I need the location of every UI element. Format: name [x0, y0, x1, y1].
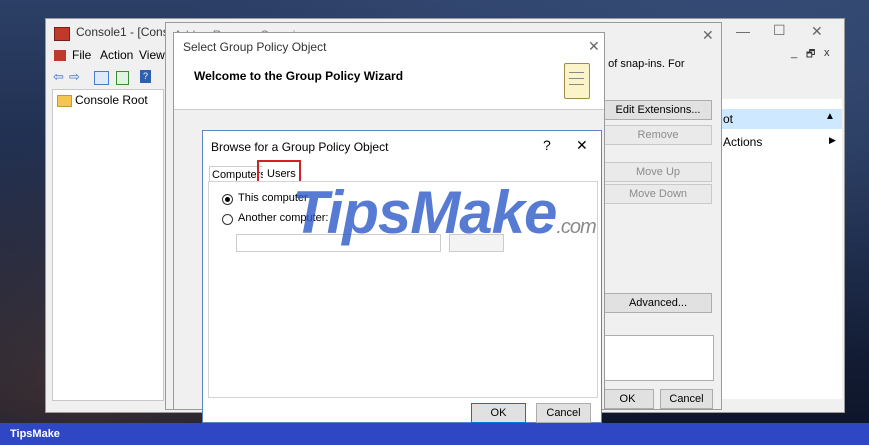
scroll-line-3: [569, 84, 584, 85]
browse-computer-button[interactable]: [449, 234, 504, 252]
wizard-close-button[interactable]: ✕: [588, 38, 600, 55]
snapins-close-button[interactable]: ✕: [702, 27, 714, 44]
scroll-line-1: [569, 72, 584, 73]
folder-icon: [57, 95, 72, 107]
actions-header-label: ot: [723, 112, 734, 126]
advanced-button[interactable]: Advanced...: [604, 293, 712, 313]
actions-pane: ot ▲ Actions ▶: [716, 99, 842, 399]
menu-file-icon: [54, 50, 66, 61]
footer-brand-bar: TipsMake: [0, 423, 869, 445]
move-up-button[interactable]: Move Up: [604, 162, 712, 182]
snapins-ok-button[interactable]: OK: [601, 389, 654, 409]
browse-title: Browse for a Group Policy Object: [211, 140, 389, 154]
forward-arrow-icon[interactable]: ⇨: [69, 69, 80, 85]
actions-header: ot ▲: [717, 109, 842, 129]
another-computer-input[interactable]: [236, 234, 441, 252]
mdi-minimize-button[interactable]: _: [791, 47, 797, 59]
back-arrow-icon[interactable]: ⇦: [53, 69, 64, 85]
export-list-icon[interactable]: [116, 71, 129, 85]
maximize-button[interactable]: ☐: [773, 22, 786, 39]
actions-item[interactable]: Actions: [723, 135, 762, 149]
wizard-welcome-heading: Welcome to the Group Policy Wizard: [194, 69, 404, 83]
remove-button[interactable]: Remove: [604, 125, 712, 145]
submenu-arrow-icon: ▶: [829, 135, 836, 145]
edit-extensions-button[interactable]: Edit Extensions...: [604, 100, 712, 120]
mdi-restore-button[interactable]: 🗗: [806, 47, 815, 64]
wizard-title: Select Group Policy Object: [183, 40, 327, 54]
another-computer-radio[interactable]: [222, 214, 233, 225]
close-button[interactable]: ✕: [811, 23, 823, 40]
another-computer-label: Another computer:: [238, 212, 329, 224]
tree-item-console-root[interactable]: Console Root: [75, 93, 148, 107]
console-app-icon: [54, 27, 70, 41]
mdi-close-button[interactable]: x: [824, 47, 830, 59]
browse-close-button[interactable]: ✕: [576, 137, 588, 154]
tree-pane: Console Root: [52, 89, 164, 401]
menu-action[interactable]: Action: [100, 48, 133, 62]
help-icon[interactable]: ?: [140, 70, 151, 83]
this-computer-label: This computer: [238, 192, 308, 204]
move-down-button[interactable]: Move Down: [604, 184, 712, 204]
scroll-line-2: [569, 78, 584, 79]
browse-cancel-button[interactable]: Cancel: [536, 403, 591, 423]
scroll-document-icon: [564, 63, 590, 99]
snapins-description: t of snap-ins. For: [602, 58, 685, 70]
snapins-cancel-button[interactable]: Cancel: [660, 389, 713, 409]
this-computer-radio[interactable]: [222, 194, 233, 205]
menu-view[interactable]: View: [139, 48, 165, 62]
browse-gpo-dialog: Browse for a Group Policy Object ? ✕ Com…: [202, 130, 602, 423]
collapse-arrow-icon[interactable]: ▲: [825, 111, 835, 122]
menu-file[interactable]: File: [72, 48, 91, 62]
minimize-button[interactable]: —: [736, 23, 750, 39]
browse-help-button[interactable]: ?: [543, 137, 551, 153]
tab-users-highlight-outline: [257, 160, 301, 183]
description-box: [604, 335, 714, 381]
browse-ok-button[interactable]: OK: [471, 403, 526, 423]
tab-content-panel: This computer Another computer:: [208, 181, 598, 398]
show-hide-tree-icon[interactable]: [94, 71, 109, 85]
